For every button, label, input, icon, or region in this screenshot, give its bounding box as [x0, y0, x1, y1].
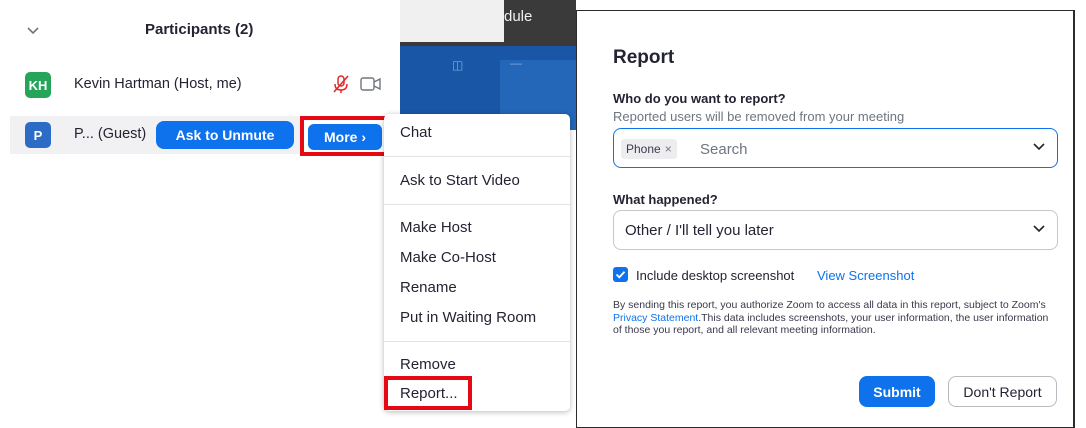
avatar: KH — [25, 72, 51, 98]
chevron-down-icon[interactable] — [1033, 143, 1045, 151]
window-minimize-icon: — — [510, 56, 522, 70]
participants-title: Participants (2) — [145, 21, 254, 38]
who-to-report-hint: Reported users will be removed from your… — [613, 109, 905, 124]
ask-to-unmute-button[interactable]: Ask to Unmute — [156, 121, 294, 149]
avatar: P — [25, 122, 51, 148]
menu-item-make-co-host[interactable]: Make Co-Host — [400, 249, 496, 266]
participant-row-host[interactable]: KH Kevin Hartman (Host, me) — [10, 66, 400, 104]
checkmark-icon — [615, 271, 626, 279]
report-item-highlight — [384, 376, 472, 410]
menu-item-make-host[interactable]: Make Host — [400, 219, 472, 236]
what-happened-label: What happened? — [613, 192, 718, 207]
participant-name: P... (Guest) — [74, 126, 147, 142]
menu-item-ask-to-start-video[interactable]: Ask to Start Video — [400, 172, 520, 189]
more-button-highlight: More › — [300, 116, 390, 156]
legal-notice: By sending this report, you authorize Zo… — [613, 299, 1053, 337]
submit-button[interactable]: Submit — [859, 376, 935, 407]
background-tab — [400, 0, 504, 42]
window-restore-icon: ◫ — [452, 58, 464, 72]
video-off-icon[interactable] — [360, 76, 382, 92]
menu-item-put-in-waiting-room[interactable]: Put in Waiting Room — [400, 309, 536, 326]
chevron-down-icon[interactable] — [1033, 225, 1045, 233]
menu-item-chat[interactable]: Chat — [400, 124, 432, 141]
search-input[interactable] — [700, 139, 1000, 159]
menu-divider — [384, 204, 570, 205]
view-screenshot-link[interactable]: View Screenshot — [817, 268, 914, 283]
participants-panel: Participants (2) KH Kevin Hartman (Host,… — [0, 0, 400, 428]
privacy-statement-link[interactable]: Privacy Statement — [613, 312, 698, 324]
menu-divider — [384, 341, 570, 342]
chip-remove-icon[interactable]: × — [665, 142, 672, 156]
mic-muted-icon[interactable] — [330, 73, 352, 95]
menu-item-remove[interactable]: Remove — [400, 356, 456, 373]
what-happened-select[interactable]: Other / I'll tell you later — [613, 210, 1058, 250]
include-screenshot-checkbox[interactable] — [613, 267, 628, 282]
chip-label: Phone — [626, 142, 661, 156]
collapse-chevron-icon[interactable] — [25, 22, 41, 38]
participant-name: Kevin Hartman (Host, me) — [74, 76, 242, 92]
participant-context-menu: Chat Ask to Start Video Make Host Make C… — [384, 114, 570, 411]
legal-text: By sending this report, you authorize Zo… — [613, 299, 1046, 311]
dont-report-button[interactable]: Don't Report — [948, 376, 1057, 407]
who-to-report-label: Who do you want to report? — [613, 91, 786, 106]
background-tab-text: dule — [504, 8, 533, 25]
report-dialog: Report Who do you want to report? Report… — [576, 10, 1075, 428]
menu-divider — [384, 156, 570, 157]
participant-search-field[interactable]: Phone × — [613, 128, 1058, 168]
include-screenshot-label: Include desktop screenshot — [636, 268, 795, 283]
selected-participant-chip[interactable]: Phone × — [621, 139, 677, 159]
participants-header: Participants (2) — [0, 0, 400, 60]
more-button[interactable]: More › — [308, 124, 382, 150]
dialog-title: Report — [613, 47, 675, 68]
menu-item-rename[interactable]: Rename — [400, 279, 457, 296]
what-happened-value: Other / I'll tell you later — [625, 222, 774, 239]
